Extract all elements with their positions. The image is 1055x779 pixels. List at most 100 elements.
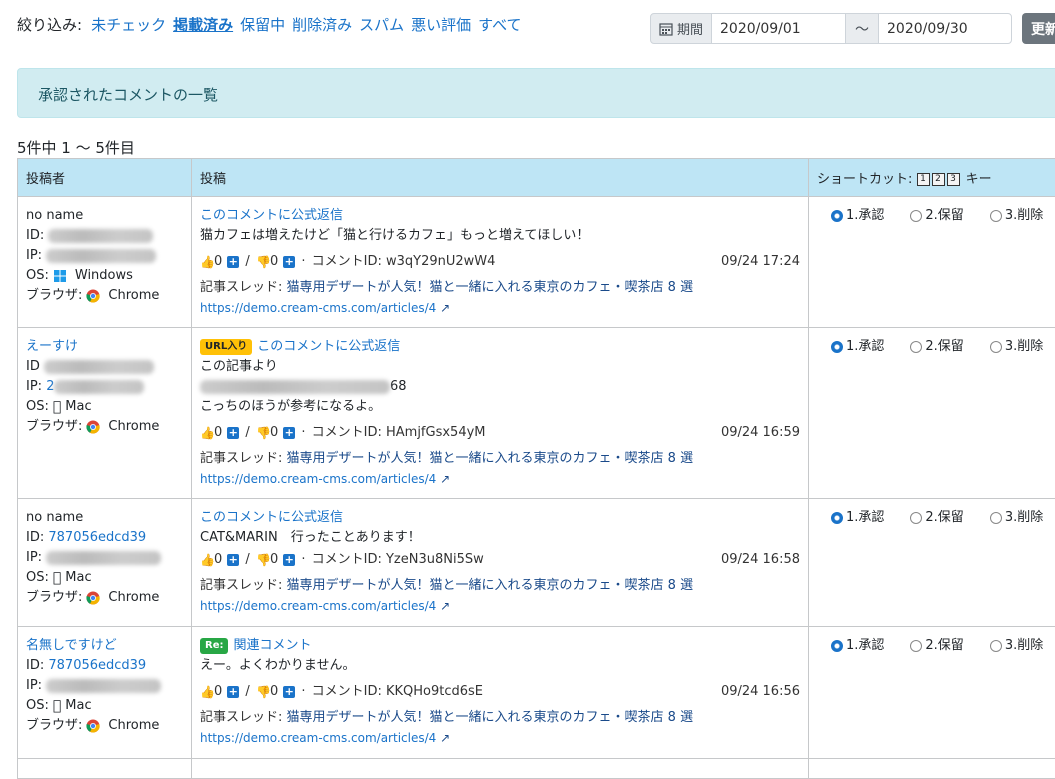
official-reply-link[interactable]: このコメントに公式返信 — [200, 510, 343, 525]
radio-hold[interactable]: 2.保留 — [910, 206, 963, 226]
like-plus-button[interactable]: + — [227, 256, 239, 268]
author-name: no name — [26, 206, 183, 226]
radio-delete[interactable]: 3.削除 — [990, 508, 1043, 528]
external-link-icon: ↗ — [440, 599, 450, 613]
table-row: 名無しですけど ID: 787056edcd39 IP: OS:  Mac ブ… — [18, 627, 1055, 759]
thread-link[interactable]: 猫専用デザートが人気！猫と一緒に入れる東京のカフェ・喫茶店 8 選 — [287, 578, 694, 593]
filter-pending[interactable]: 保留中 — [240, 14, 285, 35]
update-button[interactable]: 更新 — [1022, 13, 1055, 44]
filter-deleted[interactable]: 削除済み — [292, 14, 352, 35]
radio-approve-dot[interactable] — [831, 512, 843, 524]
thumbs-up-icon: 👍 — [200, 252, 212, 272]
comment-body: この記事より — [200, 357, 800, 377]
apple-icon:  — [53, 696, 61, 716]
re-badge: Re: — [200, 638, 228, 654]
author-name[interactable]: えーすけ — [26, 339, 78, 354]
author-cell: 名無しですけど ID: 787056edcd39 IP: OS:  Mac ブ… — [18, 627, 192, 759]
filter-unchecked[interactable]: 未チェック — [91, 14, 166, 35]
like-plus-button[interactable]: + — [227, 686, 239, 698]
radio-hold-dot[interactable] — [910, 512, 922, 524]
thread-url-link[interactable]: https://demo.cream-cms.com/articles/4 — [200, 301, 436, 315]
table-row: no name ID: IP: OS: Windows ブラウザ: Chrome… — [18, 197, 1055, 328]
filter-spam[interactable]: スパム — [359, 14, 404, 35]
comment-time: 09/24 16:56 — [721, 682, 800, 702]
comment-time: 09/24 17:24 — [721, 252, 800, 272]
redacted-ip — [54, 380, 144, 394]
comment-body: えー。よくわかりません。 — [200, 656, 800, 676]
official-reply-link[interactable]: このコメントに公式返信 — [257, 339, 400, 354]
url-badge: URL入り — [200, 339, 252, 355]
thumbs-up-icon: 👍 — [200, 682, 212, 702]
radio-hold[interactable]: 2.保留 — [910, 337, 963, 357]
thread-link[interactable]: 猫専用デザートが人気！猫と一緒に入れる東京のカフェ・喫茶店 8 選 — [287, 280, 694, 295]
radio-delete-dot[interactable] — [990, 341, 1002, 353]
header-shortcut: ショートカット: 123 キー — [809, 159, 1055, 197]
radio-approve-dot[interactable] — [831, 210, 843, 222]
comment-body: CAT&MARIN 行ったことあります！ — [200, 528, 800, 548]
radio-delete-dot[interactable] — [990, 210, 1002, 222]
filter-all[interactable]: すべて — [478, 14, 521, 35]
author-id-link[interactable]: 787056edcd39 — [48, 530, 146, 545]
comment-time: 09/24 16:59 — [721, 423, 800, 443]
thread-url-link[interactable]: https://demo.cream-cms.com/articles/4 — [200, 731, 436, 745]
key-2-icon: 2 — [932, 173, 945, 186]
radio-delete[interactable]: 3.削除 — [990, 206, 1043, 226]
period-from-input[interactable]: 2020/09/01 — [712, 13, 846, 44]
radio-hold[interactable]: 2.保留 — [910, 508, 963, 528]
external-link-icon: ↗ — [440, 731, 450, 745]
action-cell: 1.承認 2.保留 3.削除 — [809, 627, 1055, 759]
thread-link[interactable]: 猫専用デザートが人気！猫と一緒に入れる東京のカフェ・喫茶店 8 選 — [287, 451, 694, 466]
radio-approve[interactable]: 1.承認 — [831, 508, 884, 528]
filter-published[interactable]: 掲載済み — [173, 14, 233, 35]
thread-url-link[interactable]: https://demo.cream-cms.com/articles/4 — [200, 599, 436, 613]
radio-delete-dot[interactable] — [990, 512, 1002, 524]
author-id-link[interactable]: 787056edcd39 — [48, 658, 146, 673]
comment-id: コメントID: YzeN3u8Ni5Sw — [312, 550, 484, 570]
radio-hold-dot[interactable] — [910, 341, 922, 353]
action-cell: 1.承認 2.保留 3.削除 — [809, 499, 1055, 627]
comment-body: 猫カフェは増えたけど「猫と行けるカフェ」もっと増えてほしい！ — [200, 226, 800, 246]
author-cell: no name ID: 787056edcd39 IP: OS:  Mac ブ… — [18, 499, 192, 627]
radio-delete[interactable]: 3.削除 — [990, 636, 1043, 656]
radio-hold[interactable]: 2.保留 — [910, 636, 963, 656]
dislike-plus-button[interactable]: + — [283, 256, 295, 268]
comments-table: 投稿者 投稿 ショートカット: 123 キー no name ID: IP: O… — [17, 158, 1055, 779]
redacted-id — [48, 229, 153, 243]
official-reply-link[interactable]: このコメントに公式返信 — [200, 208, 343, 223]
radio-approve[interactable]: 1.承認 — [831, 337, 884, 357]
external-link-icon: ↗ — [440, 301, 450, 315]
thread-url-link[interactable]: https://demo.cream-cms.com/articles/4 — [200, 472, 436, 486]
table-row: no name ID: 787056edcd39 IP: OS:  Mac ブ… — [18, 499, 1055, 627]
redacted-ip — [46, 249, 156, 263]
radio-approve-dot[interactable] — [831, 341, 843, 353]
table-row: えーすけ ID IP: 2 OS:  Mac ブラウザ: Chrome URL… — [18, 328, 1055, 499]
radio-hold-dot[interactable] — [910, 210, 922, 222]
thread-link[interactable]: 猫専用デザートが人気！猫と一緒に入れる東京のカフェ・喫茶店 8 選 — [287, 710, 694, 725]
key-3-icon: 3 — [947, 173, 960, 186]
radio-approve[interactable]: 1.承認 — [831, 636, 884, 656]
post-cell: URL入りこのコメントに公式返信 この記事より 68 こっちのほうが参考になるよ… — [192, 328, 809, 499]
radio-delete[interactable]: 3.削除 — [990, 337, 1043, 357]
comment-time: 09/24 16:58 — [721, 550, 800, 570]
dislike-plus-button[interactable]: + — [283, 686, 295, 698]
period-to-input[interactable]: 2020/09/30 — [878, 13, 1012, 44]
chrome-icon — [86, 719, 100, 733]
radio-approve-dot[interactable] — [831, 640, 843, 652]
redacted-ip — [46, 551, 161, 565]
dislike-plus-button[interactable]: + — [283, 554, 295, 566]
radio-delete-dot[interactable] — [990, 640, 1002, 652]
external-link-icon: ↗ — [440, 472, 450, 486]
chrome-icon — [86, 289, 100, 303]
filter-bad-rating[interactable]: 悪い評価 — [411, 14, 471, 35]
redacted-ip — [46, 679, 161, 693]
like-plus-button[interactable]: + — [227, 554, 239, 566]
like-plus-button[interactable]: + — [227, 427, 239, 439]
author-name: no name — [26, 508, 183, 528]
radio-approve[interactable]: 1.承認 — [831, 206, 884, 226]
author-name[interactable]: 名無しですけど — [26, 638, 117, 653]
related-comment-link[interactable]: 関連コメント — [233, 638, 311, 653]
radio-hold-dot[interactable] — [910, 640, 922, 652]
dislike-plus-button[interactable]: + — [283, 427, 295, 439]
period-range: 期間 2020/09/01 〜 2020/09/30 — [650, 13, 1012, 44]
list-alert: 承認されたコメントの一覧 — [17, 68, 1055, 118]
